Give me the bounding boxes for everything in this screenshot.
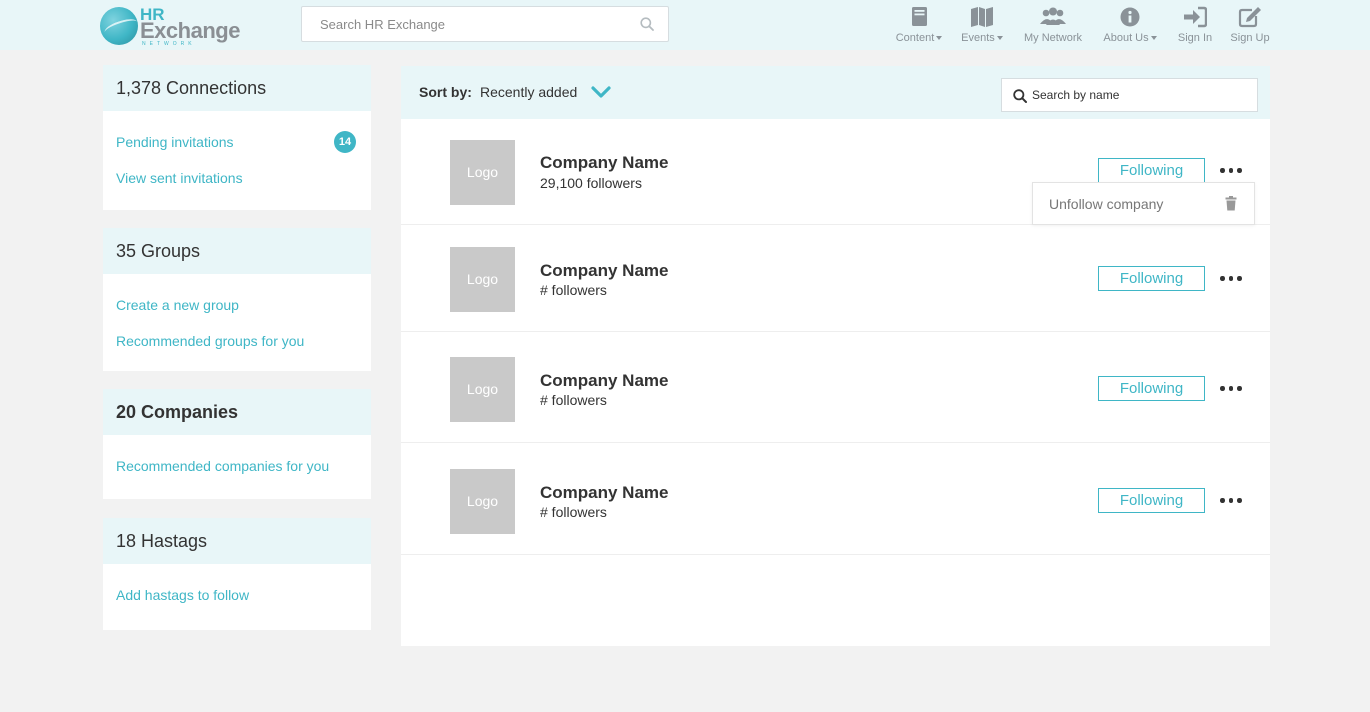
name-search-input[interactable]	[1032, 79, 1254, 111]
chevron-down-icon	[996, 36, 1003, 40]
sort-select-value[interactable]: Recently added	[480, 84, 577, 100]
site-search-input[interactable]	[302, 7, 632, 41]
nav-content-label: Content	[895, 32, 935, 44]
company-row: Logo Company Name # followers Following	[401, 225, 1270, 332]
companies-title: 20 Companies	[103, 389, 371, 435]
nav-sign-in[interactable]: Sign In	[1174, 6, 1216, 46]
view-sent-invitations-link[interactable]: View sent invitations	[116, 170, 243, 186]
hr-exchange-logo[interactable]: HR Exchange NETWORK	[100, 6, 240, 47]
map-icon	[971, 7, 993, 27]
pending-invitations-link[interactable]: Pending invitations	[116, 134, 234, 150]
nav-my-network-label: My Network	[1023, 32, 1083, 44]
hashtags-card: 18 Hastags Add hastags to follow	[103, 518, 371, 630]
company-name[interactable]: Company Name	[540, 371, 668, 391]
sort-label: Sort by:	[419, 84, 472, 100]
chevron-down-icon	[1150, 36, 1157, 40]
company-logo: Logo	[450, 357, 515, 422]
groups-card: 35 Groups Create a new group Recommended…	[103, 228, 371, 371]
chevron-down-icon	[936, 36, 943, 40]
more-options-icon[interactable]	[1219, 383, 1243, 393]
nav-events-label: Events	[961, 32, 995, 44]
nav-my-network[interactable]: My Network	[1021, 6, 1085, 46]
create-group-link[interactable]: Create a new group	[116, 297, 239, 313]
company-name[interactable]: Company Name	[540, 153, 668, 173]
chevron-down-icon[interactable]	[590, 83, 612, 101]
info-icon	[1120, 7, 1140, 27]
more-options-icon[interactable]	[1219, 273, 1243, 283]
following-button[interactable]: Following	[1098, 488, 1205, 513]
nav-about-us[interactable]: About Us	[1100, 6, 1160, 46]
nav-about-us-label: About Us	[1103, 32, 1149, 44]
company-followers: # followers	[540, 282, 607, 298]
logo-text-network: NETWORK	[142, 41, 196, 47]
nav-sign-in-label: Sign In	[1177, 32, 1213, 44]
recommended-groups-link[interactable]: Recommended groups for you	[116, 333, 304, 349]
company-name[interactable]: Company Name	[540, 261, 668, 281]
company-name[interactable]: Company Name	[540, 483, 668, 503]
trash-icon[interactable]	[1225, 196, 1237, 211]
company-row: Logo Company Name # followers Following	[401, 443, 1270, 555]
search-icon	[1013, 89, 1027, 103]
sign-in-icon	[1184, 6, 1207, 28]
companies-card: 20 Companies Recommended companies for y…	[103, 389, 371, 499]
company-followers: 29,100 followers	[540, 175, 642, 191]
company-logo: Logo	[450, 247, 515, 312]
company-row: Logo Company Name # followers Following	[401, 332, 1270, 443]
name-search-box	[1001, 78, 1258, 112]
more-options-icon[interactable]	[1219, 165, 1243, 175]
edit-icon	[1238, 7, 1261, 28]
top-header: HR Exchange NETWORK Content Events	[0, 0, 1370, 50]
hashtags-title: 18 Hastags	[103, 518, 371, 564]
search-icon[interactable]	[640, 17, 654, 31]
company-followers: # followers	[540, 392, 607, 408]
nav-content[interactable]: Content	[893, 6, 945, 46]
connections-card: 1,378 Connections Pending invitations 14…	[103, 65, 371, 210]
company-logo: Logo	[450, 140, 515, 205]
unfollow-company-option[interactable]: Unfollow company	[1049, 196, 1163, 212]
users-icon	[1040, 7, 1066, 25]
following-button[interactable]: Following	[1098, 376, 1205, 401]
site-search-box	[301, 6, 669, 42]
nav-events[interactable]: Events	[958, 6, 1006, 46]
nav-sign-up[interactable]: Sign Up	[1228, 6, 1272, 46]
groups-title: 35 Groups	[103, 228, 371, 274]
following-button[interactable]: Following	[1098, 158, 1205, 183]
nav-sign-up-label: Sign Up	[1230, 32, 1270, 44]
following-companies-panel: Sort by: Recently added Logo Company Nam…	[401, 66, 1270, 646]
following-button[interactable]: Following	[1098, 266, 1205, 291]
company-logo: Logo	[450, 469, 515, 534]
recommended-companies-link[interactable]: Recommended companies for you	[116, 458, 329, 474]
sort-bar: Sort by: Recently added	[401, 66, 1270, 119]
company-options-menu: Unfollow company	[1032, 182, 1255, 225]
logo-text-exchange: Exchange	[140, 18, 240, 43]
connections-title: 1,378 Connections	[103, 65, 371, 111]
globe-logo-icon	[100, 7, 138, 45]
company-followers: # followers	[540, 504, 607, 520]
pending-invitations-badge: 14	[334, 131, 356, 153]
book-icon	[912, 7, 927, 26]
add-hashtags-link[interactable]: Add hastags to follow	[116, 587, 249, 603]
more-options-icon[interactable]	[1219, 495, 1243, 505]
